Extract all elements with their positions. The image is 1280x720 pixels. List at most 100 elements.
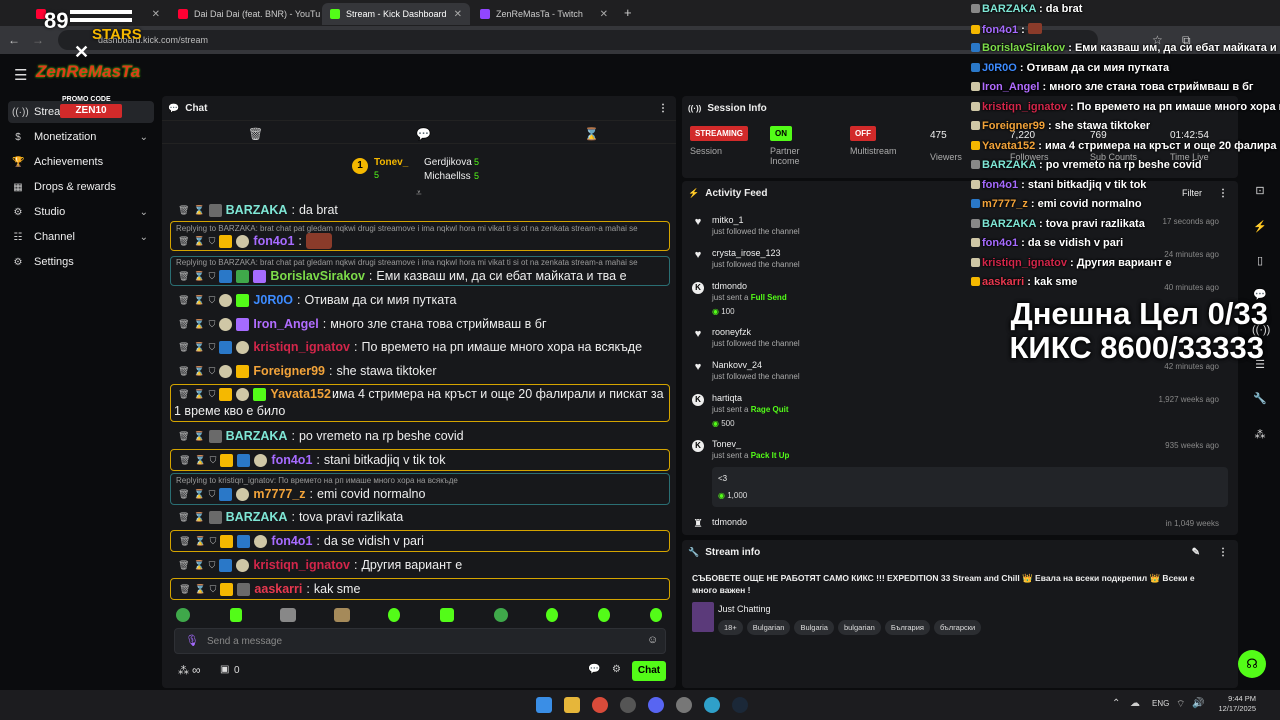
shield-icon[interactable]: ⛉	[210, 536, 217, 547]
help-button[interactable]: ☊	[1238, 650, 1266, 678]
network-icon[interactable]: ☁	[1130, 698, 1140, 709]
microphone-icon[interactable]: 🎙	[185, 634, 199, 647]
sidebar-item-achievements[interactable]: 🏆 Achievements	[8, 151, 154, 173]
more-options-icon[interactable]: ⋮	[1218, 547, 1228, 558]
hourglass-icon[interactable]: ⌛	[193, 489, 204, 500]
hourglass-icon[interactable]: ⌛	[193, 236, 204, 247]
emote-icon[interactable]	[176, 608, 190, 622]
emote-icon[interactable]	[280, 608, 296, 622]
trash-icon[interactable]: 🗑	[178, 319, 189, 330]
emote-icon[interactable]	[334, 608, 350, 622]
edit-icon[interactable]: ✎	[1192, 547, 1200, 558]
new-tab-button[interactable]: +	[624, 5, 632, 20]
hourglass-icon[interactable]: ⌛	[584, 127, 599, 141]
shield-icon[interactable]: ⛉	[209, 319, 216, 330]
hourglass-icon[interactable]: ⌛	[194, 584, 205, 595]
shield-icon[interactable]: ⛉	[209, 489, 216, 500]
chat-message[interactable]: 🗑 ⌛ ⛉ kristiqn_ignatov: Другия вариант е	[170, 556, 670, 574]
category-name[interactable]: Just Chatting	[718, 604, 771, 614]
clock[interactable]: 9:44 PM 12/17/2025	[1216, 694, 1256, 714]
send-chat-button[interactable]: Chat	[632, 661, 666, 681]
chat-message[interactable]: 🗑 ⌛ BARZAKA: po vremeto na rp beshe covid	[170, 427, 670, 445]
trash-icon[interactable]: 🗑	[179, 584, 190, 595]
trash-icon[interactable]: 🗑	[178, 512, 189, 523]
shield-icon[interactable]: ⛉	[209, 295, 216, 306]
hourglass-icon[interactable]: ⌛	[193, 560, 204, 571]
nodes-icon[interactable]: ⁂	[1252, 428, 1268, 444]
tag[interactable]: Bulgaria	[794, 620, 834, 635]
trash-icon[interactable]: 🗑	[178, 271, 189, 282]
shield-icon[interactable]: ⛉	[209, 560, 216, 571]
close-icon[interactable]: ✕	[600, 9, 608, 20]
trash-icon[interactable]: 🗑	[178, 342, 189, 353]
trash-icon[interactable]: 🗑	[179, 536, 190, 547]
shield-icon[interactable]: ⛉	[209, 271, 216, 282]
chat-bubble-icon[interactable]: 💬	[588, 664, 600, 675]
emote-icon[interactable]	[388, 608, 400, 622]
tab-youtube-2[interactable]: Dai Dai Dai (feat. BNR) - YouTub✕	[170, 3, 320, 25]
shield-icon[interactable]: ⛉	[210, 584, 217, 595]
chat-message[interactable]: 🗑 ⌛ ⛉ fon4o1: da se vidish v pari	[170, 530, 670, 552]
hourglass-icon[interactable]: ⌛	[193, 271, 204, 282]
shield-icon[interactable]: ⛉	[209, 342, 216, 353]
hourglass-icon[interactable]: ⌛	[193, 319, 204, 330]
expand-icon[interactable]: ⩡	[416, 188, 422, 199]
url-field[interactable]: dashboard.kick.com/stream	[58, 30, 1098, 50]
settings-icon[interactable]	[676, 697, 692, 713]
emote-icon[interactable]	[440, 608, 454, 622]
obs-icon[interactable]	[620, 697, 636, 713]
hourglass-icon[interactable]: ⌛	[194, 536, 205, 547]
chat-message[interactable]: 🗑 ⌛ ⛉ m7777_z: emi covid normalno	[170, 486, 670, 502]
language-indicator[interactable]: ENG	[1152, 699, 1169, 708]
chat-message[interactable]: 🗑 ⌛ ⛉ Foreigner99: she stawa tiktoker	[170, 362, 670, 380]
sidebar-item-channel[interactable]: ☷ Channel ⌄	[8, 226, 154, 248]
sidebar-item-studio[interactable]: ⚙ Studio ⌄	[8, 201, 154, 223]
tag[interactable]: Bulgarian	[746, 620, 791, 635]
sidebar-item-monetization[interactable]: $ Monetization ⌄	[8, 126, 154, 148]
steam-icon[interactable]	[732, 697, 748, 713]
hourglass-icon[interactable]: ⌛	[193, 512, 204, 523]
trash-icon[interactable]: 🗑	[178, 560, 189, 571]
chat-message[interactable]: 🗑 ⌛ ⛉ fon4o1: stani bitkadjiq v tik tok	[170, 449, 670, 471]
gear-icon[interactable]: ⚙	[612, 664, 621, 675]
chat-settings-icon[interactable]: 💬	[416, 127, 431, 141]
sidebar-item-drops[interactable]: ▦ Drops & rewards	[8, 176, 154, 198]
trash-icon[interactable]: 🗑	[178, 366, 189, 377]
hourglass-icon[interactable]: ⌛	[193, 295, 204, 306]
hourglass-icon[interactable]: ⌛	[193, 366, 204, 377]
hourglass-icon[interactable]: ⌛	[194, 455, 205, 466]
chat-message[interactable]: 🗑 ⌛ BARZAKA: da brat	[170, 201, 670, 219]
chat-message[interactable]: 🗑 ⌛ ⛉ fon4o1:	[170, 233, 670, 249]
more-options-icon[interactable]: ⋮	[658, 103, 668, 114]
volume-icon[interactable]: 🔊	[1192, 698, 1204, 709]
tag[interactable]: България	[884, 620, 930, 635]
shield-icon[interactable]: ⛉	[210, 455, 217, 466]
tag[interactable]: 18+	[718, 620, 743, 635]
discord-icon[interactable]	[648, 697, 664, 713]
chat-message[interactable]: 🗑 ⌛ ⛉ Iron_Angel: много зле стана това стрий…	[170, 315, 670, 333]
chat-message[interactable]: 🗑 ⌛ ⛉ kristiqn_ignatov: По времето на рп има…	[170, 338, 670, 356]
wrench-icon[interactable]: 🔧	[1252, 392, 1268, 408]
chat-message[interactable]: 🗑 ⌛ ⛉ aaskarri: kak sme	[170, 578, 670, 600]
close-icon[interactable]: ✕	[152, 9, 160, 20]
tray-chevron-icon[interactable]: ⌃	[1112, 698, 1120, 709]
hourglass-icon[interactable]: ⌛	[193, 342, 204, 353]
hourglass-icon[interactable]: ⌛	[193, 205, 204, 216]
emote-icon[interactable]	[598, 608, 610, 622]
back-icon[interactable]: ←	[8, 33, 20, 47]
chrome-icon[interactable]	[592, 697, 608, 713]
chat-message[interactable]: 🗑 ⌛ ⛉ J0R0O: Отивам да си мия путката	[170, 291, 670, 309]
chat-message[interactable]: 🗑 ⌛ ⛉ BorislavSirakov: Еми казваш им, да си …	[170, 268, 670, 284]
trash-icon[interactable]: 🗑	[248, 127, 263, 141]
emote-icon[interactable]	[494, 608, 508, 622]
wifi-icon[interactable]: ⌔	[1176, 698, 1185, 711]
trash-icon[interactable]: 🗑	[178, 236, 189, 247]
trash-icon[interactable]: 🗑	[178, 489, 189, 500]
chat-message[interactable]: 🗑 ⌛ BARZAKA: tova pravi razlikata	[170, 508, 670, 526]
trash-icon[interactable]: 🗑	[178, 431, 189, 442]
emoji-icon[interactable]: ☺	[647, 634, 658, 646]
hourglass-icon[interactable]: ⌛	[193, 431, 204, 442]
file-explorer-icon[interactable]	[564, 697, 580, 713]
emote-icon[interactable]	[650, 608, 662, 622]
tab-twitch[interactable]: ZenReMasTa - Twitch ✕	[472, 3, 616, 25]
